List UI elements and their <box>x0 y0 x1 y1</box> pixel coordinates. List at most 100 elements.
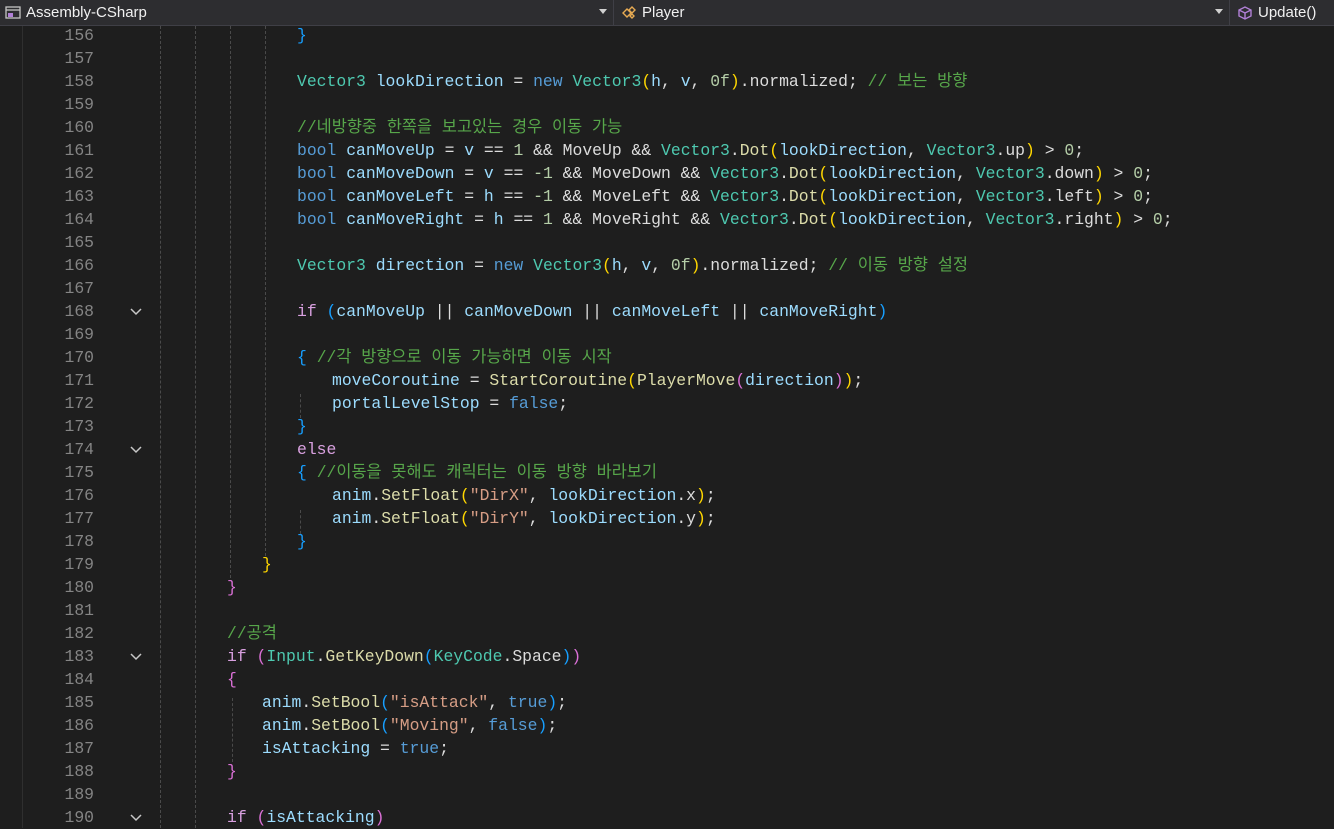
code-token: ) <box>690 256 701 275</box>
fold-chevron-icon[interactable] <box>128 810 144 826</box>
code-token: false <box>488 716 538 735</box>
code-token: ) <box>571 647 582 666</box>
code-line[interactable]: 166 Vector3 direction = new Vector3(h, v,… <box>0 254 1334 277</box>
code-line[interactable]: 173} <box>0 415 1334 438</box>
code-token: ( <box>601 256 612 275</box>
csharp-project-icon <box>4 5 22 21</box>
code-token: ) <box>561 647 572 666</box>
code-line[interactable]: 180} <box>0 576 1334 599</box>
code-token: -1 <box>533 164 553 183</box>
code-token: , <box>468 716 489 735</box>
code-token: canMoveLeft <box>611 302 721 321</box>
code-editor[interactable]: 156} 157 158 Vector3 lookDirection = new Ve… <box>0 26 1334 828</box>
code-line[interactable]: 156} <box>0 24 1334 47</box>
fold-chevron-icon[interactable] <box>128 304 144 320</box>
code-token: ) <box>843 371 854 390</box>
code-token: 1 <box>513 141 524 160</box>
code-line[interactable]: 163 bool canMoveLeft = h == -1 && MoveLef… <box>0 185 1334 208</box>
code-token: ; <box>705 486 716 505</box>
code-line[interactable]: 167 <box>0 277 1334 300</box>
code-token: Dot <box>788 187 819 206</box>
code-line[interactable]: 178} <box>0 530 1334 553</box>
line-number: 173 <box>64 417 94 436</box>
code-line[interactable]: 172 portalLevelStop = false; <box>0 392 1334 415</box>
line-number: 169 <box>64 325 94 344</box>
code-token: ( <box>256 808 267 827</box>
code-token: } <box>227 762 237 781</box>
code-line[interactable]: 160 //네방향중 한쪽을 보고있는 경우 이동 가능 <box>0 116 1334 139</box>
code-token: .normalized; <box>739 72 868 91</box>
code-line[interactable]: 179} <box>0 553 1334 576</box>
code-token: ; <box>1143 164 1153 183</box>
code-token: ; <box>1143 187 1153 206</box>
code-line[interactable]: 175 { //이동을 못해도 캐릭터는 이동 방향 바라보기 <box>0 461 1334 484</box>
line-number: 161 <box>64 141 94 160</box>
code-line[interactable]: 174 else <box>0 438 1334 461</box>
code-line[interactable]: 157 <box>0 47 1334 70</box>
code-line[interactable]: 188} <box>0 760 1334 783</box>
method-dropdown[interactable]: Update() <box>1232 0 1334 25</box>
code-text: bool canMoveRight = h == 1 && MoveRight … <box>297 208 1173 231</box>
line-number: 167 <box>64 279 94 298</box>
code-line[interactable]: 181 <box>0 599 1334 622</box>
code-token: "isAttack" <box>389 693 489 712</box>
code-token: ; <box>853 371 864 390</box>
line-number: 177 <box>64 509 94 528</box>
project-dropdown[interactable]: Assembly-CSharp <box>0 0 614 25</box>
code-token: { <box>227 670 237 689</box>
fold-chevron-icon[interactable] <box>128 442 144 458</box>
code-line[interactable]: 189 <box>0 783 1334 806</box>
code-token: lookDirection <box>548 509 677 528</box>
code-token: .down <box>1044 164 1094 183</box>
code-token: //네방향중 한쪽을 보고있는 경우 이동 가능 <box>297 118 623 137</box>
code-line[interactable]: 183 if (Input.GetKeyDown(KeyCode.Space)) <box>0 645 1334 668</box>
code-token: } <box>227 578 237 597</box>
line-number: 185 <box>64 693 94 712</box>
line-number: 187 <box>64 739 94 758</box>
code-token: bool <box>297 164 337 183</box>
code-token: && MoveUp && <box>523 141 662 160</box>
code-token: > <box>1103 164 1134 183</box>
code-token: direction <box>375 256 465 275</box>
code-line[interactable]: 187 isAttacking = true; <box>0 737 1334 760</box>
code-token: ( <box>380 693 390 712</box>
code-line[interactable]: 164 bool canMoveRight = h == 1 && MoveRig… <box>0 208 1334 231</box>
code-line[interactable]: 158 Vector3 lookDirection = new Vector3(h… <box>0 70 1334 93</box>
fold-chevron-icon[interactable] <box>128 649 144 665</box>
code-line[interactable]: 185 anim.SetBool("isAttack", true); <box>0 691 1334 714</box>
class-dropdown[interactable]: Player <box>616 0 1230 25</box>
code-token: KeyCode <box>433 647 503 666</box>
code-line[interactable]: 170 { //각 방향으로 이동 가능하면 이동 시작 <box>0 346 1334 369</box>
code-token: ; <box>547 716 558 735</box>
code-token: ( <box>326 302 337 321</box>
code-line[interactable]: 168 if (canMoveUp || canMoveDown || canMo… <box>0 300 1334 323</box>
code-token: ( <box>380 716 390 735</box>
code-line[interactable]: 159 <box>0 93 1334 116</box>
code-text: anim.SetFloat("DirY", lookDirection.y); <box>332 507 716 530</box>
code-token: , <box>690 72 711 91</box>
code-line[interactable]: 165 <box>0 231 1334 254</box>
code-token: Input <box>266 647 316 666</box>
line-number: 180 <box>64 578 94 597</box>
code-line[interactable]: 190 if (isAttacking) <box>0 806 1334 829</box>
code-line[interactable]: 177 anim.SetFloat("DirY", lookDirection.y… <box>0 507 1334 530</box>
code-line[interactable]: 176 anim.SetFloat("DirX", lookDirection.x… <box>0 484 1334 507</box>
code-token: = <box>454 187 484 206</box>
code-line[interactable]: 162 bool canMoveDown = v == -1 && MoveDow… <box>0 162 1334 185</box>
line-number: 172 <box>64 394 94 413</box>
code-token: isAttacking <box>266 808 375 827</box>
code-text: Vector3 direction = new Vector3(h, v, 0f… <box>297 254 968 277</box>
code-line[interactable]: 184 { <box>0 668 1334 691</box>
code-line[interactable]: 161 bool canMoveUp = v == 1 && MoveUp && … <box>0 139 1334 162</box>
code-token: else <box>297 440 337 459</box>
code-line[interactable]: 169 <box>0 323 1334 346</box>
code-token: ; <box>705 509 716 528</box>
code-token: . <box>301 716 312 735</box>
code-line[interactable]: 182 //공격 <box>0 622 1334 645</box>
code-line[interactable]: 186 anim.SetBool("Moving", false); <box>0 714 1334 737</box>
code-text: } <box>297 415 307 438</box>
code-token: SetBool <box>311 716 381 735</box>
code-line[interactable]: 171 moveCoroutine = StartCoroutine(Player… <box>0 369 1334 392</box>
